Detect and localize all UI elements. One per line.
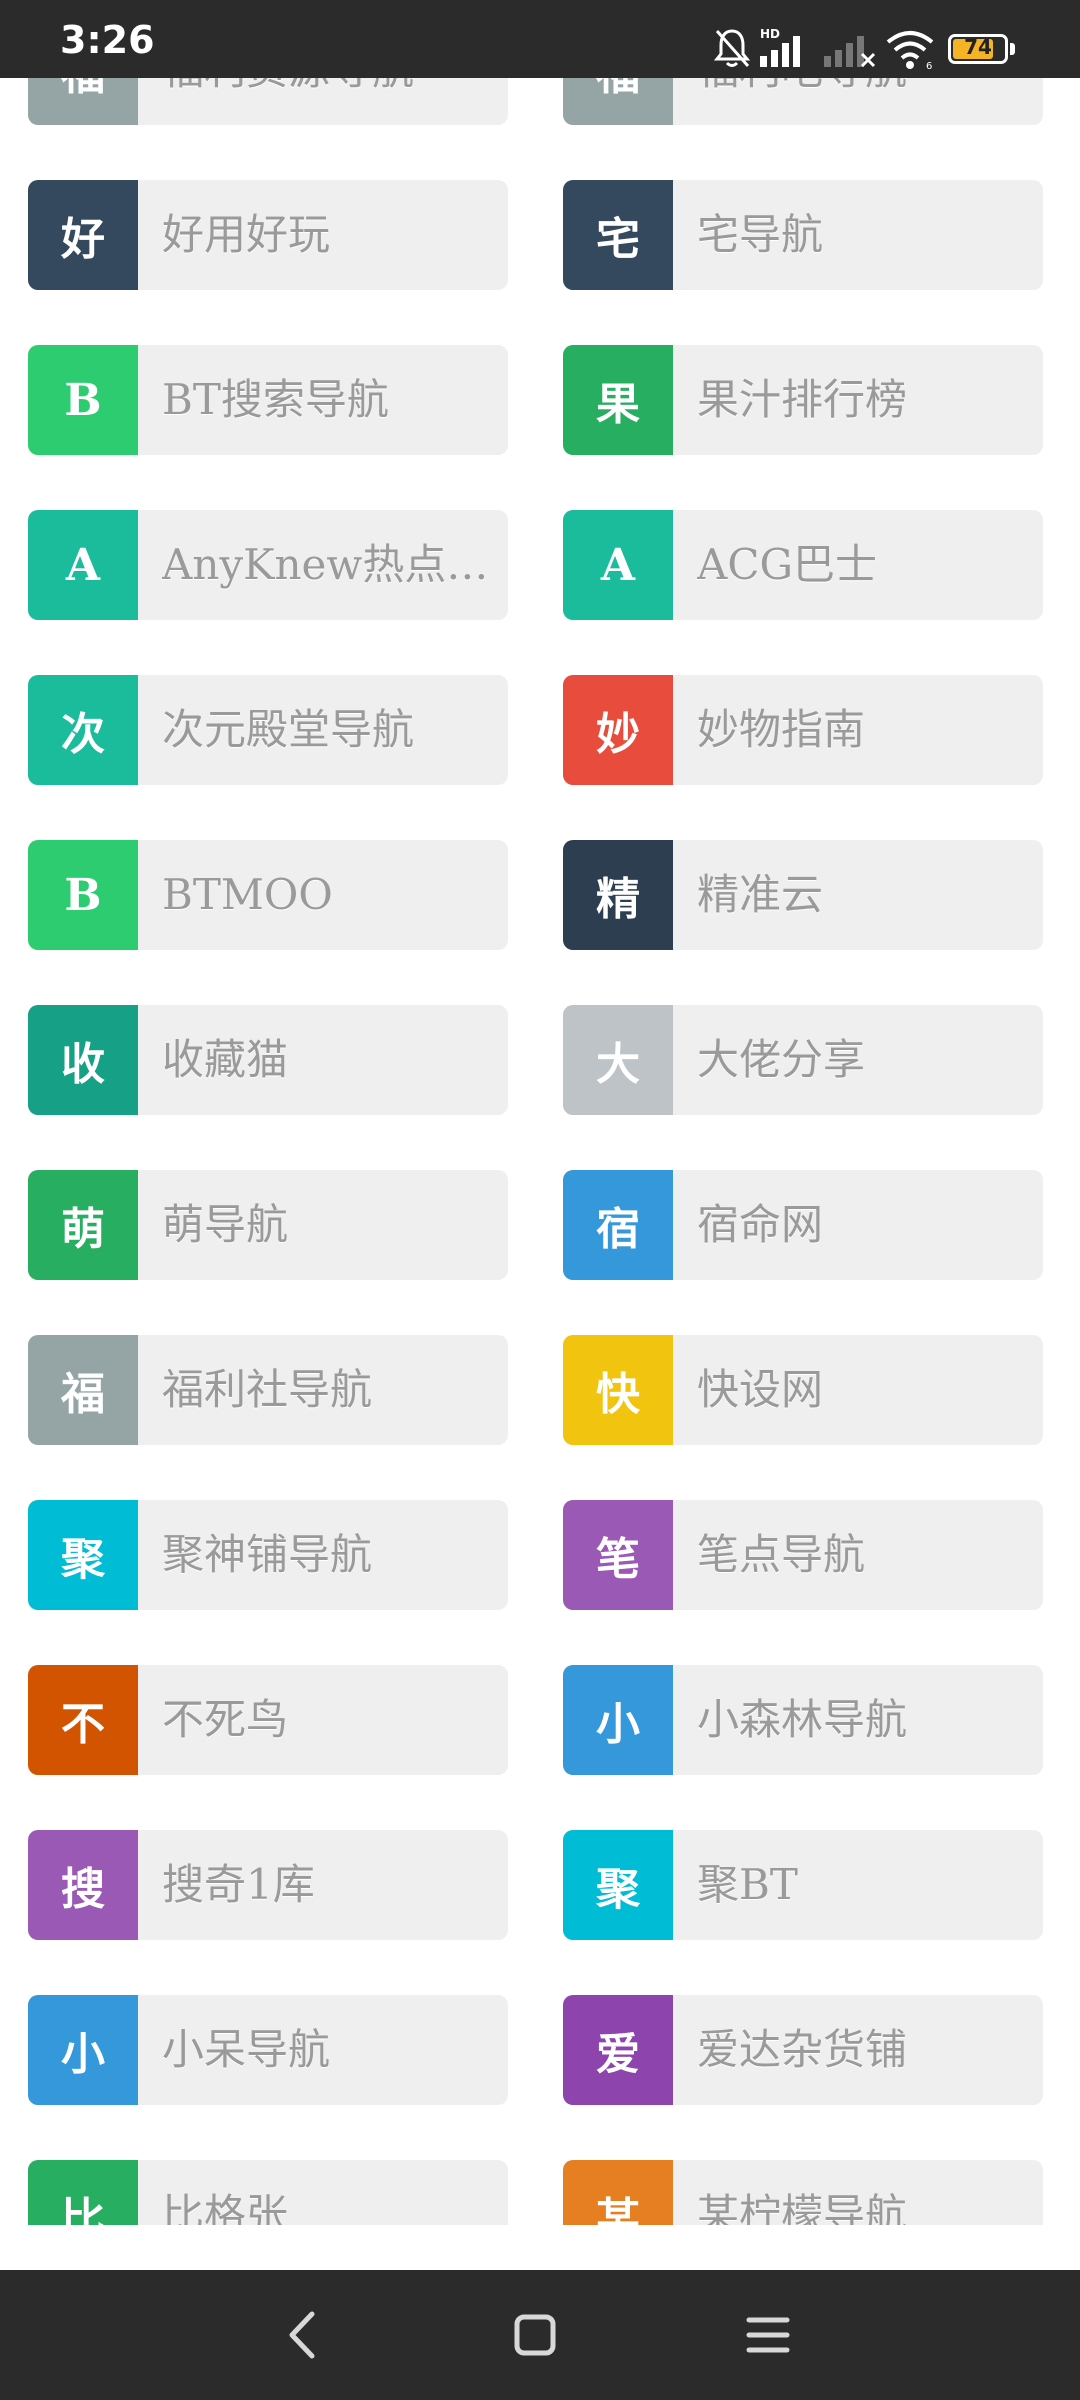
link-label: 次元殿堂导航 <box>162 705 415 754</box>
link-badge: A <box>28 510 138 620</box>
link-badge: 精 <box>563 840 673 950</box>
home-icon[interactable] <box>500 2300 570 2370</box>
link-card[interactable]: 收收藏猫 <box>28 1005 508 1115</box>
battery-nub <box>1010 43 1015 55</box>
link-label: BTMOO <box>162 870 333 919</box>
navigation-bar <box>0 2270 1080 2400</box>
link-label: 福利社导航 <box>162 1365 373 1414</box>
wifi-icon: 6 <box>886 31 934 70</box>
link-badge: 爱 <box>563 1995 673 2105</box>
link-badge: B <box>28 840 138 950</box>
link-label: 不死鸟 <box>162 1695 289 1744</box>
link-card[interactable]: 大大佬分享 <box>563 1005 1043 1115</box>
battery-level: 74 <box>964 35 992 59</box>
link-card[interactable]: 某某柠檬导航 <box>563 2160 1043 2225</box>
link-grid: 福福利资源导航福福利吧导航好好用好玩宅宅导航BBT搜索导航果果汁排行榜AAnyK… <box>0 0 1080 2225</box>
link-card[interactable]: 好好用好玩 <box>28 180 508 290</box>
link-label: 聚神铺导航 <box>162 1530 373 1579</box>
link-badge: 某 <box>563 2160 673 2225</box>
link-label: 小森林导航 <box>697 1695 908 1744</box>
link-card[interactable]: 福福利社导航 <box>28 1335 508 1445</box>
link-card[interactable]: B BTMOO <box>28 840 508 950</box>
link-label: BT搜索导航 <box>162 375 389 424</box>
link-badge: 好 <box>28 180 138 290</box>
link-card[interactable]: 宿宿命网 <box>563 1170 1043 1280</box>
link-badge: 比 <box>28 2160 138 2225</box>
link-label: 爱达杂货铺 <box>697 2025 908 2074</box>
link-badge: 聚 <box>563 1830 673 1940</box>
link-label: 妙物指南 <box>697 705 866 754</box>
link-badge: A <box>563 510 673 620</box>
link-label: 大佬分享 <box>697 1035 866 1084</box>
link-badge: 聚 <box>28 1500 138 1610</box>
hd-signal-icon: HD <box>760 27 800 67</box>
link-badge: 笔 <box>563 1500 673 1610</box>
back-icon[interactable] <box>268 2300 338 2370</box>
link-card[interactable]: 搜搜奇1库 <box>28 1830 508 1940</box>
battery-icon: 74 <box>948 34 1008 64</box>
link-label: 笔点导航 <box>697 1530 866 1579</box>
link-label: 小呆导航 <box>162 2025 331 2074</box>
link-label: 萌导航 <box>162 1200 289 1249</box>
link-card[interactable]: A AnyKnew热点… <box>28 510 508 620</box>
link-badge: 小 <box>28 1995 138 2105</box>
link-label: AnyKnew热点… <box>162 540 489 589</box>
link-badge: 收 <box>28 1005 138 1115</box>
link-badge: 快 <box>563 1335 673 1445</box>
link-card[interactable]: 妙妙物指南 <box>563 675 1043 785</box>
menu-icon[interactable] <box>733 2300 803 2370</box>
link-badge: 次 <box>28 675 138 785</box>
link-label: 比格张 <box>162 2190 289 2225</box>
link-badge: 福 <box>28 1335 138 1445</box>
link-card[interactable]: 次次元殿堂导航 <box>28 675 508 785</box>
link-card[interactable]: 果果汁排行榜 <box>563 345 1043 455</box>
link-card[interactable]: 爱爱达杂货铺 <box>563 1995 1043 2105</box>
link-label: 收藏猫 <box>162 1035 289 1084</box>
signal-off-icon <box>824 36 876 68</box>
link-badge: 宿 <box>563 1170 673 1280</box>
link-label: 快设网 <box>697 1365 824 1414</box>
link-badge: 小 <box>563 1665 673 1775</box>
link-label: 某柠檬导航 <box>697 2190 908 2225</box>
link-card[interactable]: 小小呆导航 <box>28 1995 508 2105</box>
link-label: 精准云 <box>697 870 824 919</box>
link-card[interactable]: 不不死鸟 <box>28 1665 508 1775</box>
link-label: ACG巴士 <box>697 540 878 589</box>
link-label: 好用好玩 <box>162 210 331 259</box>
link-card[interactable]: 聚聚BT <box>563 1830 1043 1940</box>
link-badge: 大 <box>563 1005 673 1115</box>
link-card[interactable]: 笔笔点导航 <box>563 1500 1043 1610</box>
link-card[interactable]: A ACG巴士 <box>563 510 1043 620</box>
link-card[interactable]: 精精准云 <box>563 840 1043 950</box>
link-label: 聚BT <box>697 1860 798 1909</box>
link-label: 宿命网 <box>697 1200 824 1249</box>
svg-text:6: 6 <box>926 61 932 70</box>
svg-text:HD: HD <box>760 27 780 41</box>
link-card[interactable]: 萌萌导航 <box>28 1170 508 1280</box>
link-label: 搜奇1库 <box>162 1860 315 1909</box>
link-badge: 搜 <box>28 1830 138 1940</box>
link-card[interactable]: B BT搜索导航 <box>28 345 508 455</box>
link-label: 果汁排行榜 <box>697 375 908 424</box>
link-badge: 妙 <box>563 675 673 785</box>
link-card[interactable]: 快快设网 <box>563 1335 1043 1445</box>
link-card[interactable]: 比比格张 <box>28 2160 508 2225</box>
mute-bell-icon <box>713 29 751 67</box>
link-badge: 萌 <box>28 1170 138 1280</box>
link-badge: 不 <box>28 1665 138 1775</box>
status-bar: 3:26 HD 6 74 <box>0 0 1080 78</box>
link-badge: 宅 <box>563 180 673 290</box>
link-card[interactable]: 聚聚神铺导航 <box>28 1500 508 1610</box>
link-label: 宅导航 <box>697 210 824 259</box>
status-time: 3:26 <box>60 18 155 62</box>
link-card[interactable]: 小小森林导航 <box>563 1665 1043 1775</box>
link-badge: 果 <box>563 345 673 455</box>
link-card[interactable]: 宅宅导航 <box>563 180 1043 290</box>
link-badge: B <box>28 345 138 455</box>
